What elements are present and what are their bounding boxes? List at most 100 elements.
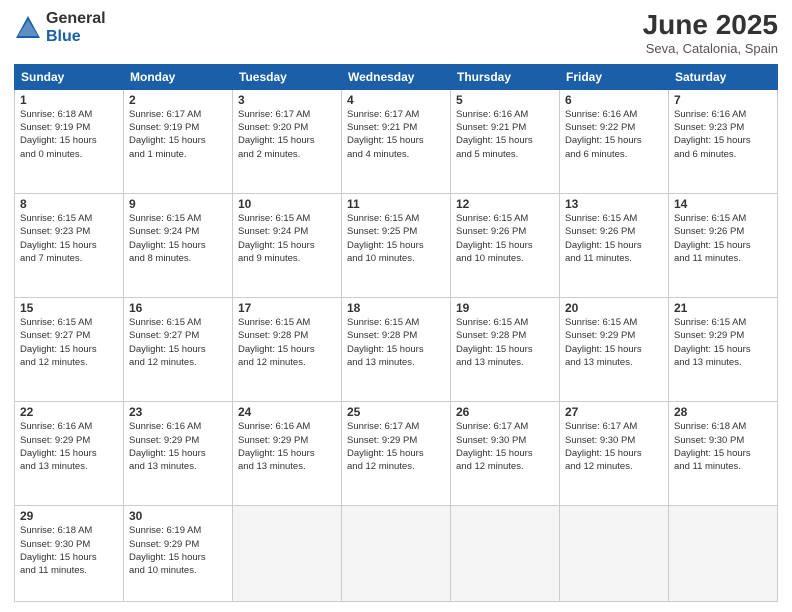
- day-number: 23: [129, 405, 227, 419]
- day-number: 24: [238, 405, 336, 419]
- day-info: Sunrise: 6:15 AM Sunset: 9:29 PM Dayligh…: [565, 316, 663, 369]
- calendar-week-1: 1Sunrise: 6:18 AM Sunset: 9:19 PM Daylig…: [15, 89, 778, 193]
- calendar-cell: 4Sunrise: 6:17 AM Sunset: 9:21 PM Daylig…: [342, 89, 451, 193]
- day-number: 16: [129, 301, 227, 315]
- calendar-cell: [560, 506, 669, 602]
- calendar-cell: 21Sunrise: 6:15 AM Sunset: 9:29 PM Dayli…: [669, 298, 778, 402]
- calendar-cell: [233, 506, 342, 602]
- day-info: Sunrise: 6:15 AM Sunset: 9:24 PM Dayligh…: [238, 212, 336, 265]
- col-sunday: Sunday: [15, 64, 124, 89]
- day-number: 30: [129, 509, 227, 523]
- col-saturday: Saturday: [669, 64, 778, 89]
- day-number: 6: [565, 93, 663, 107]
- calendar-cell: 11Sunrise: 6:15 AM Sunset: 9:25 PM Dayli…: [342, 193, 451, 297]
- col-monday: Monday: [124, 64, 233, 89]
- calendar-cell: 19Sunrise: 6:15 AM Sunset: 9:28 PM Dayli…: [451, 298, 560, 402]
- day-info: Sunrise: 6:15 AM Sunset: 9:25 PM Dayligh…: [347, 212, 445, 265]
- day-info: Sunrise: 6:17 AM Sunset: 9:21 PM Dayligh…: [347, 108, 445, 161]
- day-info: Sunrise: 6:17 AM Sunset: 9:29 PM Dayligh…: [347, 420, 445, 473]
- calendar-cell: 2Sunrise: 6:17 AM Sunset: 9:19 PM Daylig…: [124, 89, 233, 193]
- day-info: Sunrise: 6:17 AM Sunset: 9:19 PM Dayligh…: [129, 108, 227, 161]
- day-info: Sunrise: 6:15 AM Sunset: 9:28 PM Dayligh…: [347, 316, 445, 369]
- day-info: Sunrise: 6:18 AM Sunset: 9:30 PM Dayligh…: [20, 524, 118, 577]
- day-number: 18: [347, 301, 445, 315]
- day-number: 5: [456, 93, 554, 107]
- day-number: 9: [129, 197, 227, 211]
- calendar-cell: 29Sunrise: 6:18 AM Sunset: 9:30 PM Dayli…: [15, 506, 124, 602]
- day-info: Sunrise: 6:15 AM Sunset: 9:26 PM Dayligh…: [565, 212, 663, 265]
- day-number: 1: [20, 93, 118, 107]
- calendar-cell: 5Sunrise: 6:16 AM Sunset: 9:21 PM Daylig…: [451, 89, 560, 193]
- calendar-cell: 27Sunrise: 6:17 AM Sunset: 9:30 PM Dayli…: [560, 402, 669, 506]
- day-number: 17: [238, 301, 336, 315]
- calendar-cell: 25Sunrise: 6:17 AM Sunset: 9:29 PM Dayli…: [342, 402, 451, 506]
- day-number: 13: [565, 197, 663, 211]
- day-info: Sunrise: 6:19 AM Sunset: 9:29 PM Dayligh…: [129, 524, 227, 577]
- day-number: 3: [238, 93, 336, 107]
- calendar-cell: 26Sunrise: 6:17 AM Sunset: 9:30 PM Dayli…: [451, 402, 560, 506]
- calendar-cell: 1Sunrise: 6:18 AM Sunset: 9:19 PM Daylig…: [15, 89, 124, 193]
- day-info: Sunrise: 6:15 AM Sunset: 9:26 PM Dayligh…: [674, 212, 772, 265]
- day-number: 2: [129, 93, 227, 107]
- day-info: Sunrise: 6:15 AM Sunset: 9:28 PM Dayligh…: [238, 316, 336, 369]
- calendar-cell: 7Sunrise: 6:16 AM Sunset: 9:23 PM Daylig…: [669, 89, 778, 193]
- day-number: 29: [20, 509, 118, 523]
- col-wednesday: Wednesday: [342, 64, 451, 89]
- calendar-cell: 28Sunrise: 6:18 AM Sunset: 9:30 PM Dayli…: [669, 402, 778, 506]
- day-info: Sunrise: 6:15 AM Sunset: 9:27 PM Dayligh…: [129, 316, 227, 369]
- day-number: 26: [456, 405, 554, 419]
- calendar-table: Sunday Monday Tuesday Wednesday Thursday…: [14, 64, 778, 602]
- col-thursday: Thursday: [451, 64, 560, 89]
- day-number: 19: [456, 301, 554, 315]
- header-right: June 2025 Seva, Catalonia, Spain: [643, 10, 778, 56]
- day-info: Sunrise: 6:15 AM Sunset: 9:26 PM Dayligh…: [456, 212, 554, 265]
- calendar-cell: 20Sunrise: 6:15 AM Sunset: 9:29 PM Dayli…: [560, 298, 669, 402]
- logo-general: General: [46, 10, 106, 28]
- day-number: 28: [674, 405, 772, 419]
- calendar-header-row: Sunday Monday Tuesday Wednesday Thursday…: [15, 64, 778, 89]
- logo-icon: [14, 14, 42, 42]
- day-number: 22: [20, 405, 118, 419]
- day-info: Sunrise: 6:17 AM Sunset: 9:30 PM Dayligh…: [456, 420, 554, 473]
- calendar-cell: 15Sunrise: 6:15 AM Sunset: 9:27 PM Dayli…: [15, 298, 124, 402]
- day-info: Sunrise: 6:15 AM Sunset: 9:23 PM Dayligh…: [20, 212, 118, 265]
- day-number: 15: [20, 301, 118, 315]
- day-info: Sunrise: 6:16 AM Sunset: 9:23 PM Dayligh…: [674, 108, 772, 161]
- day-info: Sunrise: 6:18 AM Sunset: 9:30 PM Dayligh…: [674, 420, 772, 473]
- calendar-cell: 30Sunrise: 6:19 AM Sunset: 9:29 PM Dayli…: [124, 506, 233, 602]
- calendar-cell: 23Sunrise: 6:16 AM Sunset: 9:29 PM Dayli…: [124, 402, 233, 506]
- day-number: 4: [347, 93, 445, 107]
- calendar-cell: 8Sunrise: 6:15 AM Sunset: 9:23 PM Daylig…: [15, 193, 124, 297]
- calendar-cell: 3Sunrise: 6:17 AM Sunset: 9:20 PM Daylig…: [233, 89, 342, 193]
- calendar-week-4: 22 Sunrise: 6:16 AM Sunset: 9:29 PM Dayli…: [15, 402, 778, 506]
- day-number: 10: [238, 197, 336, 211]
- day-info: Sunrise: 6:15 AM Sunset: 9:24 PM Dayligh…: [129, 212, 227, 265]
- logo: General Blue: [14, 10, 106, 45]
- day-number: 8: [20, 197, 118, 211]
- location: Seva, Catalonia, Spain: [643, 41, 778, 56]
- calendar-cell: 22Sunrise: 6:16 AM Sunset: 9:29 PM Dayli…: [15, 402, 124, 506]
- logo-blue: Blue: [46, 28, 106, 46]
- day-info: Sunrise: 6:17 AM Sunset: 9:30 PM Dayligh…: [565, 420, 663, 473]
- logo-text: General Blue: [46, 10, 106, 45]
- calendar-cell: 24Sunrise: 6:16 AM Sunset: 9:29 PM Dayli…: [233, 402, 342, 506]
- calendar-cell: 18Sunrise: 6:15 AM Sunset: 9:28 PM Dayli…: [342, 298, 451, 402]
- calendar-cell: 12Sunrise: 6:15 AM Sunset: 9:26 PM Dayli…: [451, 193, 560, 297]
- day-info: Sunrise: 6:18 AM Sunset: 9:19 PM Dayligh…: [20, 108, 118, 161]
- calendar-cell: 9Sunrise: 6:15 AM Sunset: 9:24 PM Daylig…: [124, 193, 233, 297]
- day-number: 20: [565, 301, 663, 315]
- day-number: 11: [347, 197, 445, 211]
- day-number: 12: [456, 197, 554, 211]
- col-friday: Friday: [560, 64, 669, 89]
- col-tuesday: Tuesday: [233, 64, 342, 89]
- calendar-cell: [451, 506, 560, 602]
- calendar-week-2: 8Sunrise: 6:15 AM Sunset: 9:23 PM Daylig…: [15, 193, 778, 297]
- day-number: 27: [565, 405, 663, 419]
- calendar-cell: 17Sunrise: 6:15 AM Sunset: 9:28 PM Dayli…: [233, 298, 342, 402]
- day-number: 14: [674, 197, 772, 211]
- calendar-cell: 10Sunrise: 6:15 AM Sunset: 9:24 PM Dayli…: [233, 193, 342, 297]
- calendar-cell: 14Sunrise: 6:15 AM Sunset: 9:26 PM Dayli…: [669, 193, 778, 297]
- month-title: June 2025: [643, 10, 778, 41]
- day-info: Sunrise: 6:16 AM Sunset: 9:29 PM Dayligh…: [129, 420, 227, 473]
- calendar-cell: 6Sunrise: 6:16 AM Sunset: 9:22 PM Daylig…: [560, 89, 669, 193]
